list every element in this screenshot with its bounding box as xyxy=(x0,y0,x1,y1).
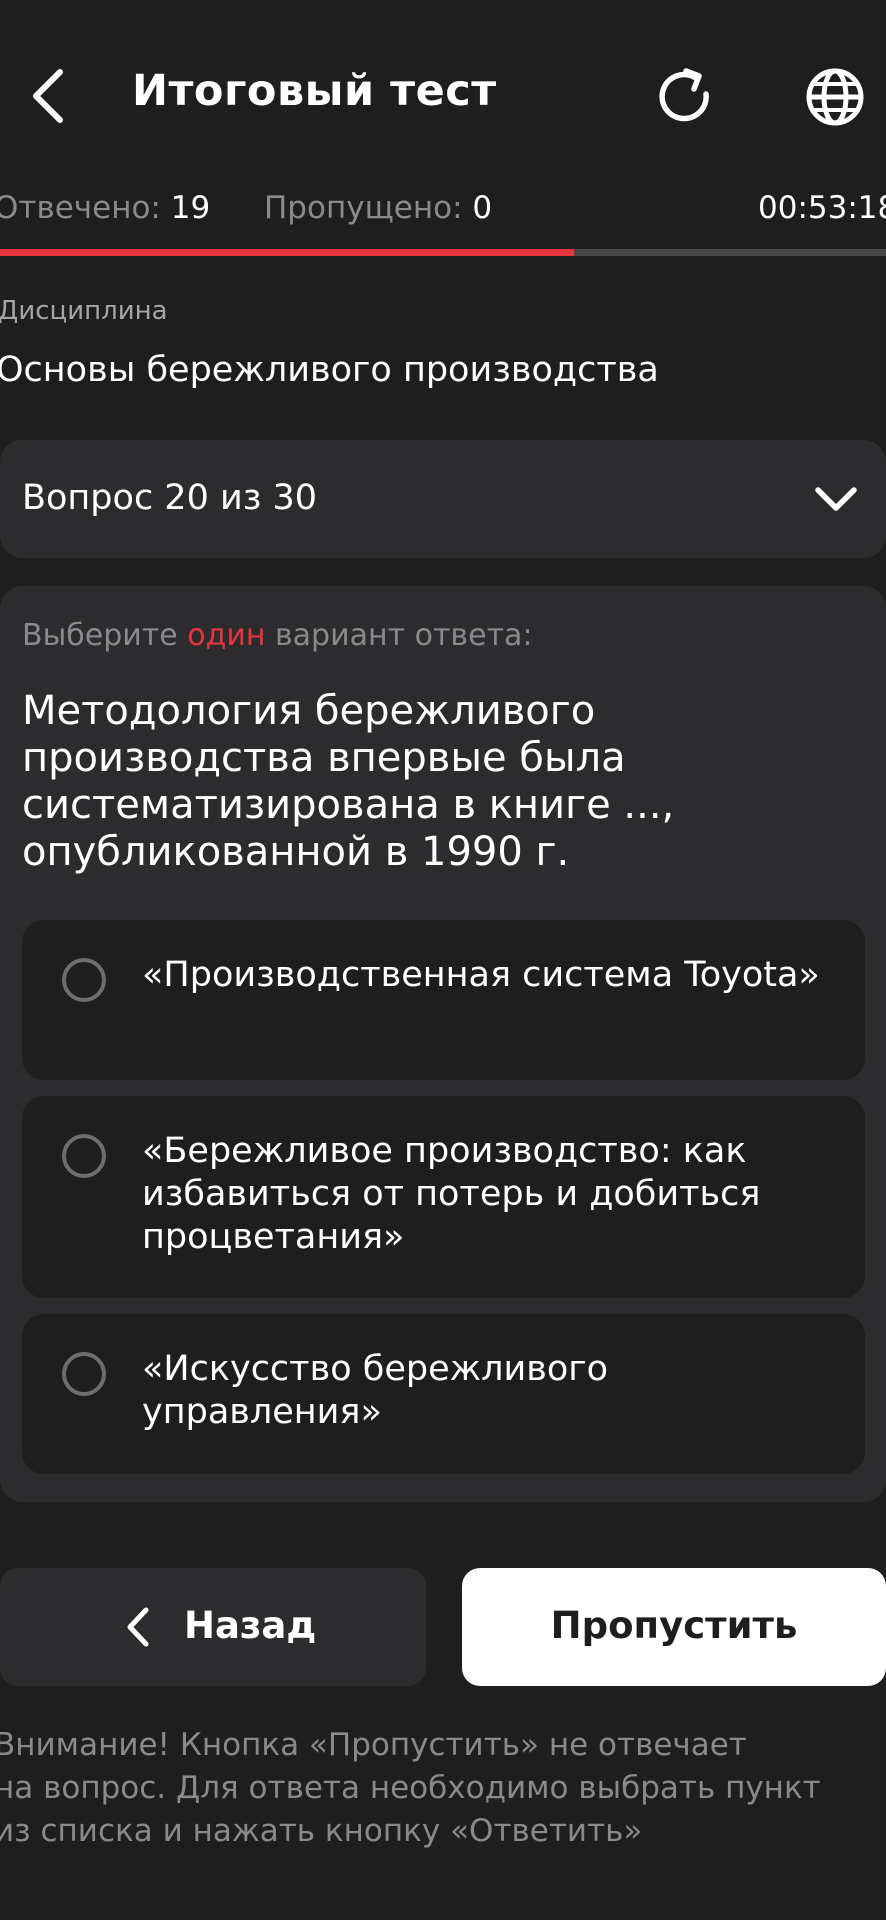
answer-instruction: Выберите один вариант ответа: xyxy=(22,618,533,653)
discipline-label: Дисциплина xyxy=(0,296,168,326)
globe-icon[interactable] xyxy=(802,64,868,130)
answer-option-text: «Искусство бережливого управления» xyxy=(142,1349,609,1432)
chevron-left-icon[interactable] xyxy=(22,64,74,128)
chevron-down-icon[interactable] xyxy=(812,482,860,516)
progress-bar-fill xyxy=(0,249,575,256)
answered-label: Отвечено: xyxy=(0,190,161,226)
answer-option[interactable]: «Производственная система Toyota» xyxy=(22,920,865,1080)
skip-button[interactable]: Пропустить xyxy=(462,1568,886,1686)
question-selector[interactable]: Вопрос 20 из 30 xyxy=(0,440,886,558)
skipped-label: Пропущено: xyxy=(264,190,463,226)
app-header: Итоговый тест xyxy=(0,0,886,190)
page-title: Итоговый тест xyxy=(132,66,497,116)
instruction-accent: один xyxy=(187,618,266,653)
question-selector-label: Вопрос 20 из 30 xyxy=(22,478,317,518)
timer: 00:53:18 xyxy=(758,190,886,226)
warning-line: Внимание! Кнопка «Пропустить» не отвечае… xyxy=(0,1727,747,1763)
answered-count: Отвечено: 19 xyxy=(0,190,210,226)
answer-option-text: «Производственная система Toyota» xyxy=(142,955,820,995)
warning-line: на вопрос. Для ответа необходимо выбрать… xyxy=(0,1770,821,1806)
chevron-left-icon xyxy=(127,1607,149,1647)
question-text: Методология бережливого производства впе… xyxy=(22,688,675,875)
radio-icon[interactable] xyxy=(62,1352,106,1396)
back-button[interactable]: Назад xyxy=(0,1568,426,1686)
radio-icon[interactable] xyxy=(62,958,106,1002)
progress-bar xyxy=(0,249,886,256)
radio-icon[interactable] xyxy=(62,1134,106,1178)
skip-button-label: Пропустить xyxy=(550,1604,798,1647)
instruction-text-after: вариант ответа: xyxy=(265,618,533,653)
answer-option[interactable]: «Бережливое производство: как избавиться… xyxy=(22,1096,865,1298)
skipped-value: 0 xyxy=(472,190,493,226)
instruction-text-before: Выберите xyxy=(22,618,188,653)
answered-value: 19 xyxy=(170,190,211,226)
answer-option-text: «Бережливое производство: как избавиться… xyxy=(142,1131,761,1257)
discipline-value: Основы бережливого производства xyxy=(0,350,659,390)
skipped-count: Пропущено: 0 xyxy=(264,190,492,226)
refresh-icon[interactable] xyxy=(652,64,718,130)
skip-warning: Внимание! Кнопка «Пропустить» не отвечае… xyxy=(0,1724,874,1853)
progress-stats: Отвечено: 19 Пропущено: 0 00:53:18 xyxy=(0,190,886,240)
back-button-label: Назад xyxy=(184,1604,317,1647)
answer-option[interactable]: «Искусство бережливого управления» xyxy=(22,1314,865,1474)
warning-line: из списка и нажать кнопку «Ответить» xyxy=(0,1813,643,1849)
